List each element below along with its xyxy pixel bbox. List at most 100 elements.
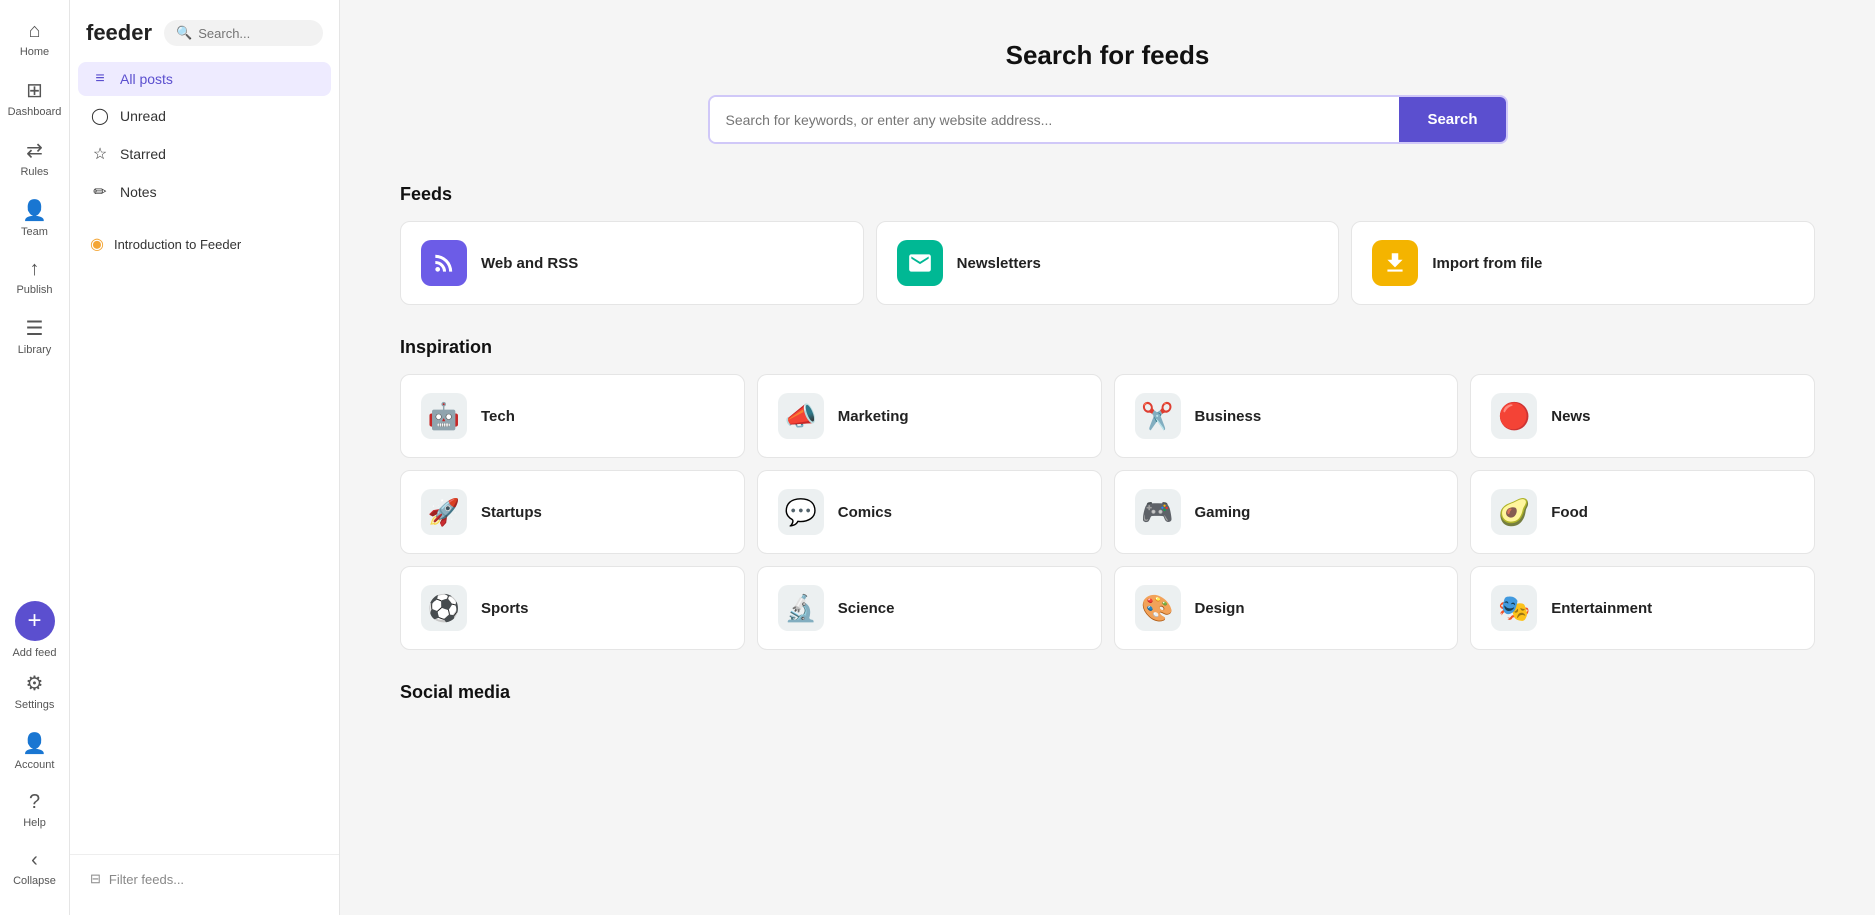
sidebar-item-library[interactable]: ☰ Library [6,308,64,364]
feed-search-button[interactable]: Search [1399,97,1505,142]
rss-icon: ◉ [90,234,104,254]
startups-label: Startups [481,504,542,521]
sidebar-item-account[interactable]: 👤 Account [6,723,64,779]
card-web-rss[interactable]: Web and RSS [400,221,864,305]
all-posts-icon: ≡ [90,70,110,88]
unread-icon: ◯ [90,106,110,126]
icon-nav: ⌂ Home ⊞ Dashboard ⇄ Rules 👤 Team ↑ Publ… [0,0,70,915]
sidebar-search-box[interactable]: 🔍 [164,20,323,46]
notes-icon: ✏ [90,182,110,202]
card-entertainment[interactable]: 🎭 Entertainment [1470,566,1815,650]
sidebar-item-all-posts[interactable]: ≡ All posts [78,62,331,96]
sidebar-item-home[interactable]: ⌂ Home [6,12,64,66]
home-icon: ⌂ [28,20,40,43]
library-icon: ☰ [26,316,44,341]
card-news[interactable]: 🔴 News [1470,374,1815,458]
sidebar-item-team[interactable]: 👤 Team [6,190,64,246]
search-input[interactable] [198,26,311,41]
feeds-section-title: Feeds [400,184,1815,205]
card-comics[interactable]: 💬 Comics [757,470,1102,554]
sports-label: Sports [481,600,529,617]
sidebar-item-rules[interactable]: ⇄ Rules [6,130,64,186]
feeds-cards-grid: Web and RSS Newsletters Import from file [400,221,1815,305]
card-science[interactable]: 🔬 Science [757,566,1102,650]
tech-label: Tech [481,408,515,425]
sidebar: feeder 🔍 ≡ All posts ◯ Unread ☆ Starred … [70,0,340,915]
marketing-icon: 📣 [778,393,824,439]
team-label: Team [21,226,48,238]
page-title: Search for feeds [400,40,1815,71]
gaming-label: Gaming [1195,504,1251,521]
rules-label: Rules [20,166,48,178]
news-label: News [1551,408,1590,425]
card-gaming[interactable]: 🎮 Gaming [1114,470,1459,554]
card-sports[interactable]: ⚽ Sports [400,566,745,650]
card-food[interactable]: 🥑 Food [1470,470,1815,554]
collapse-icon: ‹ [31,849,38,872]
dashboard-label: Dashboard [8,106,62,118]
marketing-label: Marketing [838,408,909,425]
settings-label: Settings [15,699,55,711]
sidebar-item-publish[interactable]: ↑ Publish [6,250,64,304]
feed-intro[interactable]: ◉ Introduction to Feeder [78,226,331,262]
web-rss-label: Web and RSS [481,255,578,272]
main-content: Search for feeds Search Feeds Web and RS… [340,0,1875,915]
news-icon: 🔴 [1491,393,1537,439]
feed-intro-label: Introduction to Feeder [114,237,241,252]
help-icon: ? [29,791,40,814]
sidebar-header: feeder 🔍 [70,12,339,62]
library-label: Library [18,344,52,356]
card-import-file[interactable]: Import from file [1351,221,1815,305]
card-business[interactable]: ✂️ Business [1114,374,1459,458]
card-marketing[interactable]: 📣 Marketing [757,374,1102,458]
newsletters-icon [897,240,943,286]
help-label: Help [23,817,46,829]
app-logo: feeder [86,20,152,46]
card-newsletters[interactable]: Newsletters [876,221,1340,305]
card-startups[interactable]: 🚀 Startups [400,470,745,554]
feed-search-container: Search [708,95,1508,144]
sidebar-item-unread[interactable]: ◯ Unread [78,98,331,134]
entertainment-icon: 🎭 [1491,585,1537,631]
notes-label: Notes [120,184,157,200]
sports-icon: ⚽ [421,585,467,631]
home-label: Home [20,46,49,58]
sidebar-item-settings[interactable]: ⚙ Settings [6,663,64,719]
startups-icon: 🚀 [421,489,467,535]
science-icon: 🔬 [778,585,824,631]
import-file-label: Import from file [1432,255,1542,272]
sidebar-item-notes[interactable]: ✏ Notes [78,174,331,210]
science-label: Science [838,600,895,617]
sidebar-item-dashboard[interactable]: ⊞ Dashboard [6,70,64,126]
filter-icon: ⊟ [90,871,101,887]
publish-label: Publish [16,284,52,296]
filter-label: Filter feeds... [109,872,184,887]
starred-label: Starred [120,146,166,162]
starred-icon: ☆ [90,144,110,164]
publish-icon: ↑ [30,258,40,281]
rules-icon: ⇄ [26,138,43,163]
filter-feeds-button[interactable]: ⊟ Filter feeds... [78,863,331,895]
business-label: Business [1195,408,1262,425]
design-icon: 🎨 [1135,585,1181,631]
card-design[interactable]: 🎨 Design [1114,566,1459,650]
feed-search-input[interactable] [710,97,1400,142]
add-feed-label: Add feed [12,647,56,659]
team-icon: 👤 [22,198,47,223]
design-label: Design [1195,600,1245,617]
collapse-label: Collapse [13,875,56,887]
sidebar-item-collapse[interactable]: ‹ Collapse [6,841,64,895]
sidebar-item-starred[interactable]: ☆ Starred [78,136,331,172]
sidebar-nav: ≡ All posts ◯ Unread ☆ Starred ✏ Notes [70,62,339,210]
comics-icon: 💬 [778,489,824,535]
search-icon: 🔍 [176,25,192,41]
sidebar-item-help[interactable]: ? Help [6,783,64,837]
comics-label: Comics [838,504,892,521]
import-file-icon [1372,240,1418,286]
account-icon: 👤 [22,731,47,756]
card-tech[interactable]: 🤖 Tech [400,374,745,458]
all-posts-label: All posts [120,71,173,87]
business-icon: ✂️ [1135,393,1181,439]
gaming-icon: 🎮 [1135,489,1181,535]
add-feed-button[interactable]: + [15,601,55,641]
